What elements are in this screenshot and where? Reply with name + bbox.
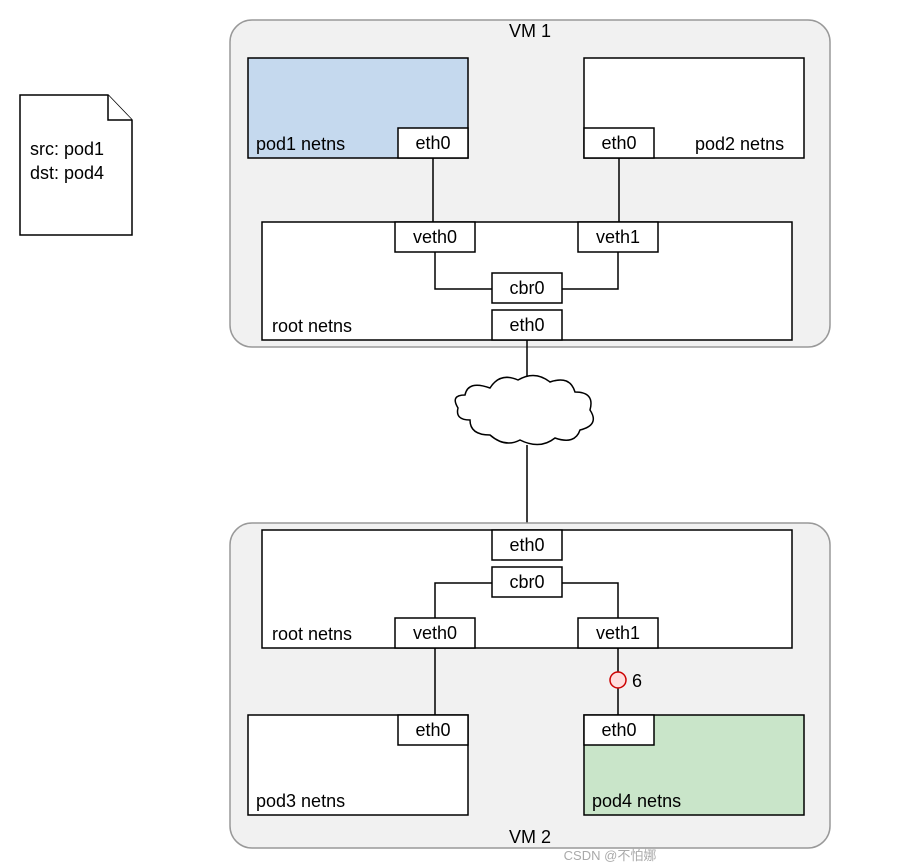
vm2-pod3-label: pod3 netns	[256, 791, 345, 811]
vm1-root-eth0-label: eth0	[509, 315, 544, 335]
vm2-root-eth0-label: eth0	[509, 535, 544, 555]
vm1-veth0-label: veth0	[413, 227, 457, 247]
vm1-pod1-label: pod1 netns	[256, 134, 345, 154]
vm1-cbr0-label: cbr0	[509, 278, 544, 298]
packet-src: src: pod1	[30, 139, 104, 159]
vm2-title: VM 2	[509, 827, 551, 847]
marker-6-circle	[610, 672, 626, 688]
cloud	[455, 375, 593, 444]
marker-6-label: 6	[632, 671, 642, 691]
vm1-veth1-label: veth1	[596, 227, 640, 247]
vm2-pod3-eth0-label: eth0	[415, 720, 450, 740]
vm1-pod2-label: pod2 netns	[695, 134, 784, 154]
packet-dst: dst: pod4	[30, 163, 104, 183]
vm2-veth0-label: veth0	[413, 623, 457, 643]
packet-note: src: pod1 dst: pod4	[20, 95, 132, 235]
vm1-pod2-eth0-label: eth0	[601, 133, 636, 153]
vm2-pod4-label: pod4 netns	[592, 791, 681, 811]
vm2-cbr0-label: cbr0	[509, 572, 544, 592]
vm1-title: VM 1	[509, 21, 551, 41]
vm2-root-label: root netns	[272, 624, 352, 644]
vm2-pod4-eth0-label: eth0	[601, 720, 636, 740]
vm1-pod1-eth0-label: eth0	[415, 133, 450, 153]
vm2-veth1-label: veth1	[596, 623, 640, 643]
watermark: CSDN @不怕娜	[564, 848, 657, 863]
vm1-root-label: root netns	[272, 316, 352, 336]
